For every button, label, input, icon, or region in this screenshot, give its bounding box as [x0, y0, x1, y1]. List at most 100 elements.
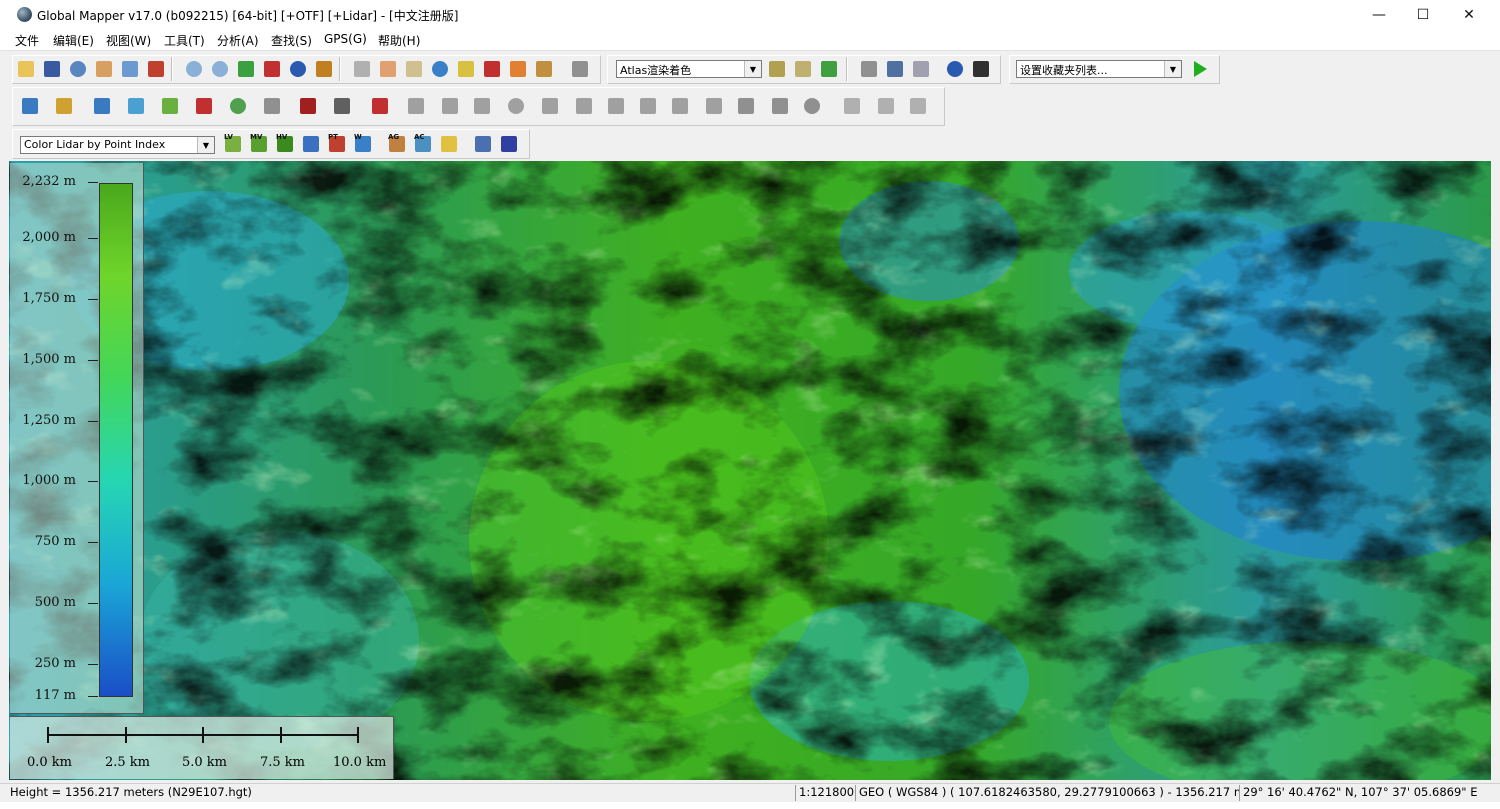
rotate-icon[interactable]: [505, 95, 527, 117]
simplify-icon[interactable]: [605, 95, 627, 117]
power-tower-icon[interactable]: PT: [326, 133, 348, 155]
legend-label: 1,000 m: [22, 473, 76, 488]
menu-help[interactable]: 帮助(H): [378, 32, 420, 49]
map-view[interactable]: [9, 161, 1491, 780]
lidar-color-select-value: Color Lidar by Point Index: [24, 138, 166, 151]
legend-label: 2,000 m: [22, 230, 76, 245]
tower-icon[interactable]: [481, 58, 503, 80]
smooth-icon[interactable]: [573, 95, 595, 117]
scale-tick: [280, 727, 282, 743]
maximize-button[interactable]: ☐: [1400, 0, 1446, 30]
menu-edit[interactable]: 编辑(E): [53, 32, 94, 49]
layer-manager-button[interactable]: [119, 58, 141, 80]
elevation-legend: 2,232 m 2,000 m 1,750 m 1,500 m 1,250 m …: [10, 163, 144, 714]
run-play-icon[interactable]: [1188, 58, 1210, 80]
legend-tick: [88, 360, 98, 361]
measure-icon[interactable]: [403, 58, 425, 80]
legend-label: 750 m: [34, 534, 76, 549]
magnet-icon[interactable]: [569, 58, 591, 80]
feature-info-icon[interactable]: [159, 95, 181, 117]
move-icon[interactable]: [539, 95, 561, 117]
create-line-icon[interactable]: [53, 95, 75, 117]
3d-view-icon[interactable]: [792, 58, 814, 80]
scale-tick: [357, 727, 359, 743]
med-veg-icon[interactable]: MV: [248, 133, 270, 155]
menu-file[interactable]: 文件: [15, 32, 39, 49]
raster-icon[interactable]: [533, 58, 555, 80]
create-area-icon[interactable]: [19, 95, 41, 117]
merge-icon[interactable]: [439, 95, 461, 117]
shader-select[interactable]: Atlas渲染着色 ▼: [616, 60, 762, 78]
undo-icon[interactable]: [907, 95, 929, 117]
legend-tick: [88, 421, 98, 422]
zoom-tool-icon[interactable]: [351, 58, 373, 80]
shape-icon[interactable]: [801, 95, 823, 117]
lidar-color-select[interactable]: Color Lidar by Point Index ▼: [20, 136, 215, 154]
digitizer-icon[interactable]: [507, 58, 529, 80]
full-view-icon[interactable]: [235, 58, 257, 80]
buffer-icon[interactable]: [227, 95, 249, 117]
zoom-out-icon[interactable]: [209, 58, 231, 80]
noise-icon[interactable]: [438, 133, 460, 155]
reshape-icon[interactable]: [637, 95, 659, 117]
building-icon[interactable]: [300, 133, 322, 155]
globe-app-icon: [17, 7, 32, 22]
fill-icon[interactable]: [735, 95, 757, 117]
offset-icon[interactable]: [769, 95, 791, 117]
menu-view[interactable]: 视图(W): [106, 32, 151, 49]
favorites-select[interactable]: 设置收藏夹列表... ▼: [1016, 60, 1182, 78]
grid-create-icon[interactable]: [261, 95, 283, 117]
open-button[interactable]: [15, 58, 37, 80]
trace-icon[interactable]: [369, 95, 391, 117]
menu-tools[interactable]: 工具(T): [164, 32, 205, 49]
north-arrow-icon[interactable]: [970, 58, 992, 80]
path-profile-icon[interactable]: [455, 58, 477, 80]
flag-icon[interactable]: [858, 58, 880, 80]
shader-settings-icon[interactable]: [766, 58, 788, 80]
previous-view-icon[interactable]: [287, 58, 309, 80]
home-icon[interactable]: [261, 58, 283, 80]
arrow-ne-icon[interactable]: [875, 95, 897, 117]
zoom-in-icon[interactable]: [183, 58, 205, 80]
config-button[interactable]: [145, 58, 167, 80]
menu-gps[interactable]: GPS(G): [324, 32, 367, 46]
low-veg-icon[interactable]: LV: [222, 133, 244, 155]
chevron-down-icon: ▼: [744, 61, 761, 77]
menu-search[interactable]: 查找(S): [271, 32, 312, 49]
favorites-toolbar: 设置收藏夹列表... ▼: [1009, 55, 1220, 84]
minimize-button[interactable]: —: [1356, 0, 1402, 30]
join-icon[interactable]: [669, 95, 691, 117]
cut-icon[interactable]: [331, 95, 353, 117]
split-icon[interactable]: [405, 95, 427, 117]
create-point-icon[interactable]: [91, 95, 113, 117]
auto-ground-icon[interactable]: AG: [386, 133, 408, 155]
arrow-nw-icon[interactable]: [841, 95, 863, 117]
percent-icon[interactable]: [818, 58, 840, 80]
legend-tick: [88, 238, 98, 239]
edit-vertex-icon[interactable]: [125, 95, 147, 117]
point-grid-icon[interactable]: [498, 133, 520, 155]
layer-icon[interactable]: [884, 58, 906, 80]
code-icon[interactable]: [193, 95, 215, 117]
scale-label: 5.0 km: [182, 755, 228, 770]
save-button[interactable]: [41, 58, 63, 80]
high-veg-icon[interactable]: HV: [274, 133, 296, 155]
status-dms: 29° 16' 40.4762" N, 107° 37' 05.6869" E: [1239, 785, 1497, 801]
info-icon[interactable]: [429, 58, 451, 80]
close-button[interactable]: ✕: [1446, 0, 1492, 30]
crop-icon[interactable]: [703, 95, 725, 117]
legend-label: 250 m: [34, 656, 76, 671]
filter-icon[interactable]: [472, 133, 494, 155]
water-icon[interactable]: W: [352, 133, 374, 155]
menu-bar: 文件 编辑(E) 视图(W) 工具(T) 分析(A) 查找(S) GPS(G) …: [0, 30, 1500, 51]
control-center-button[interactable]: [93, 58, 115, 80]
gps-target-icon[interactable]: [944, 58, 966, 80]
pan-hand-icon[interactable]: [377, 58, 399, 80]
snap-icon[interactable]: [471, 95, 493, 117]
crosshair-grid-icon[interactable]: [910, 58, 932, 80]
auto-classify-icon[interactable]: AC: [412, 133, 434, 155]
select-icon[interactable]: [297, 95, 319, 117]
grid-view-icon[interactable]: [313, 58, 335, 80]
online-data-button[interactable]: [67, 58, 89, 80]
menu-analysis[interactable]: 分析(A): [217, 32, 259, 49]
